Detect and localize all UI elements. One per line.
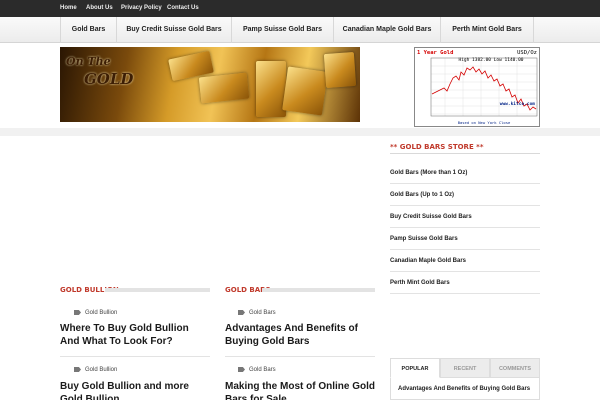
post-title-where-to-buy[interactable]: Where To Buy Gold Bullion And What To Lo… xyxy=(60,322,210,348)
store-item-canadian-maple[interactable]: Canadian Maple Gold Bars xyxy=(390,250,540,272)
post-divider xyxy=(225,356,375,357)
sidebar-divider xyxy=(390,153,540,154)
chart-title: 1 Year Gold xyxy=(417,50,453,56)
post-category-label: Gold Bars xyxy=(249,310,276,317)
post-title-buy-gold-bullion[interactable]: Buy Gold Bullion and more Gold Bullion xyxy=(60,380,210,400)
post-category[interactable]: Gold Bullion xyxy=(74,367,117,373)
gold-bar-image xyxy=(282,66,328,116)
top-bar: Home About Us Privacy Policy Contact Us xyxy=(0,0,600,17)
sidebar-tabs: POPULAR RECENT COMMENTS xyxy=(390,358,540,378)
section-rule xyxy=(262,288,375,292)
post-category[interactable]: Gold Bullion xyxy=(74,310,117,316)
store-item-gold-bars-more-1oz[interactable]: Gold Bars (More than 1 Oz) xyxy=(390,162,540,184)
tag-icon xyxy=(74,367,81,372)
chart-unit: USD/Oz xyxy=(517,50,537,56)
section-rule xyxy=(105,288,210,292)
top-link-home[interactable]: Home xyxy=(60,5,77,11)
gold-bar-image xyxy=(323,51,357,89)
post-title-making-the-most[interactable]: Making the Most of Online Gold Bars for … xyxy=(225,380,375,400)
popular-panel: Advantages And Benefits of Buying Gold B… xyxy=(390,378,540,400)
post-category-label: Gold Bars xyxy=(249,367,276,374)
post-title-advantages-benefits[interactable]: Advantages And Benefits of Buying Gold B… xyxy=(225,322,375,348)
store-item-pamp-suisse[interactable]: Pamp Suisse Gold Bars xyxy=(390,228,540,250)
top-link-about-us[interactable]: About Us xyxy=(86,5,113,11)
gold-price-chart[interactable]: 1 Year Gold USD/Oz High 1382.00 Low 1140… xyxy=(414,47,540,127)
tag-icon xyxy=(238,310,245,315)
store-item-gold-bars-up-to-1oz[interactable]: Gold Bars (Up to 1 Oz) xyxy=(390,184,540,206)
post-category[interactable]: Gold Bars xyxy=(238,367,276,373)
tab-comments[interactable]: COMMENTS xyxy=(490,358,540,378)
price-chart-svg: 1 Year Gold USD/Oz High 1382.00 Low 1140… xyxy=(417,50,538,125)
divider-strip xyxy=(0,128,600,136)
chart-source: www.kitco.com xyxy=(500,101,536,107)
tag-icon xyxy=(238,367,245,372)
logo-line-2: GOLD xyxy=(84,70,134,88)
gold-bar-image xyxy=(198,72,250,104)
post-category-label: Gold Bullion xyxy=(85,367,118,374)
sidebar-store-title: ** GOLD BARS STORE ** xyxy=(390,143,484,151)
tag-icon xyxy=(74,310,81,315)
logo-line-1: On The xyxy=(66,55,111,68)
tab-recent[interactable]: RECENT xyxy=(440,358,490,378)
store-item-perth-mint[interactable]: Perth Mint Gold Bars xyxy=(390,272,540,294)
site-banner[interactable]: On The GOLD xyxy=(60,47,360,122)
nav-tab-buy-credit-suisse[interactable]: Buy Credit Suisse Gold Bars xyxy=(116,17,231,43)
post-category-label: Gold Bullion xyxy=(85,310,118,317)
nav-tab-pamp-suisse[interactable]: Pamp Suisse Gold Bars xyxy=(231,17,333,43)
tab-popular[interactable]: POPULAR xyxy=(390,358,440,378)
post-category[interactable]: Gold Bars xyxy=(238,310,276,316)
nav-tab-perth-mint[interactable]: Perth Mint Gold Bars xyxy=(440,17,534,43)
chart-footer: Based on New York Close xyxy=(458,120,511,125)
chart-high-low: High 1382.00 Low 1140.00 xyxy=(458,57,523,63)
store-item-credit-suisse[interactable]: Buy Credit Suisse Gold Bars xyxy=(390,206,540,228)
chart-grid xyxy=(431,58,537,116)
nav-tab-canadian-maple[interactable]: Canadian Maple Gold Bars xyxy=(333,17,440,43)
post-divider xyxy=(60,356,210,357)
nav-tab-gold-bars[interactable]: Gold Bars xyxy=(60,17,116,43)
top-link-contact-us[interactable]: Contact Us xyxy=(167,5,199,11)
top-link-privacy-policy[interactable]: Privacy Policy xyxy=(121,5,162,11)
site-logo: On The GOLD xyxy=(66,56,133,87)
chart-frame xyxy=(430,57,538,117)
main-nav: Gold Bars Buy Credit Suisse Gold Bars Pa… xyxy=(0,17,600,43)
popular-post-link[interactable]: Advantages And Benefits of Buying Gold B… xyxy=(398,386,530,392)
